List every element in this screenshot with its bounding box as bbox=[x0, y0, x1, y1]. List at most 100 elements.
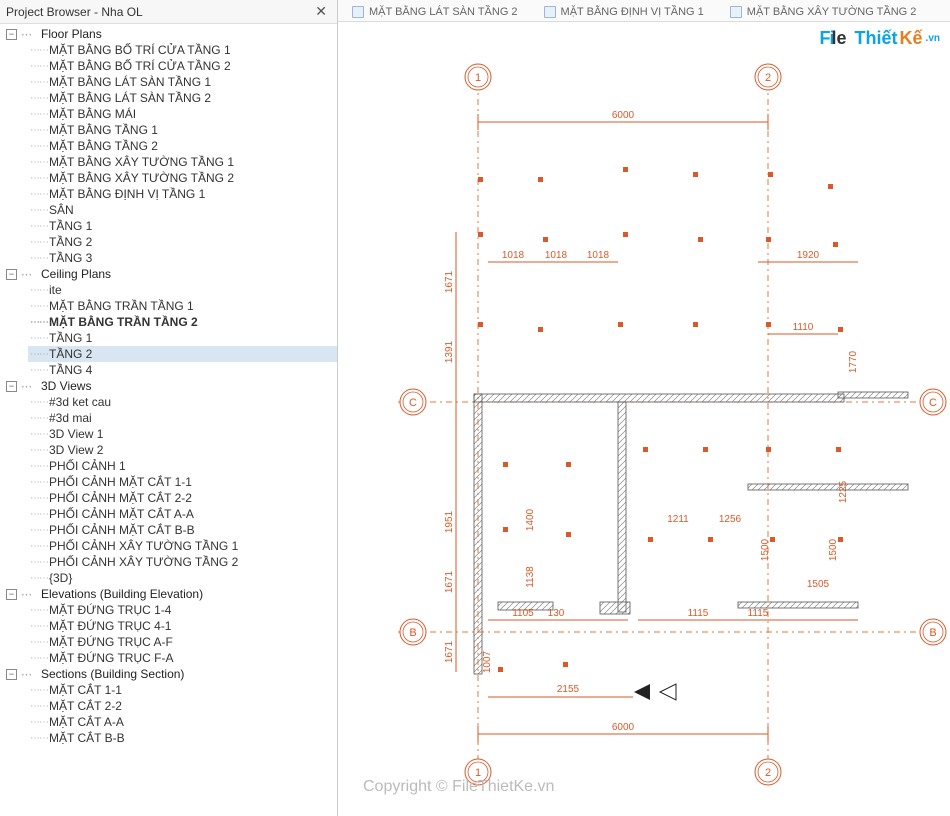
tree-item[interactable]: ⋯⋯#3d ket cau bbox=[28, 394, 337, 410]
svg-text:1951: 1951 bbox=[444, 510, 455, 533]
tree-item[interactable]: ⋯⋯3D View 2 bbox=[28, 442, 337, 458]
tree-item[interactable]: ⋯⋯{3D} bbox=[28, 570, 337, 586]
tree-item[interactable]: ⋯⋯MẶT BẰNG TRẦN TẦNG 1 bbox=[28, 298, 337, 314]
canvas-wrap[interactable]: File Thiết Kế .vn 1 2 bbox=[338, 22, 950, 816]
tree-item[interactable]: ⋯⋯MẶT ĐỨNG TRỤC 1-4 bbox=[28, 602, 337, 618]
tree-item[interactable]: ⋯⋯PHỐI CẢNH MẶT CẮT B-B bbox=[28, 522, 337, 538]
tree-item[interactable]: ⋯⋯TẦNG 2 bbox=[28, 234, 337, 250]
tree-item[interactable]: ⋯⋯PHỐI CẢNH XÂY TƯỜNG TẦNG 1 bbox=[28, 538, 337, 554]
grid-bubble-2-bot: 2 bbox=[755, 759, 781, 785]
grid-bubble-B-right: B bbox=[920, 619, 946, 645]
sheet-icon bbox=[544, 6, 556, 18]
tree-item[interactable]: ⋯⋯MẶT BẰNG XÂY TƯỜNG TẦNG 2 bbox=[28, 170, 337, 186]
tree-item[interactable]: ⋯⋯PHỐI CẢNH XÂY TƯỜNG TẦNG 2 bbox=[28, 554, 337, 570]
browser-title: Project Browser - Nha OL bbox=[6, 5, 143, 19]
close-icon[interactable]: ✕ bbox=[311, 3, 331, 20]
svg-text:1505: 1505 bbox=[807, 579, 830, 590]
tree-item[interactable]: ⋯⋯MẶT BẰNG TRẦN TẦNG 2 bbox=[28, 314, 337, 330]
tree-item[interactable]: ⋯⋯MẶT ĐỨNG TRỤC F-A bbox=[28, 650, 337, 666]
browser-tree[interactable]: −⋯Floor Plans⋯⋯MẶT BẰNG BỐ TRÍ CỬA TẦNG … bbox=[0, 24, 337, 816]
svg-text:1671: 1671 bbox=[444, 640, 455, 663]
svg-text:1400: 1400 bbox=[525, 508, 536, 531]
svg-text:2: 2 bbox=[765, 72, 771, 84]
svg-text:1110: 1110 bbox=[793, 322, 814, 333]
tree-item[interactable]: ⋯⋯MẶT CẮT A-A bbox=[28, 714, 337, 730]
svg-text:1018: 1018 bbox=[502, 250, 525, 261]
tree-item[interactable]: ⋯⋯MẶT CẮT 2-2 bbox=[28, 698, 337, 714]
tree-item[interactable]: ⋯⋯MẶT ĐỨNG TRỤC 4-1 bbox=[28, 618, 337, 634]
svg-text:1391: 1391 bbox=[444, 340, 455, 363]
svg-text:C: C bbox=[929, 397, 937, 409]
svg-text:130: 130 bbox=[548, 608, 565, 619]
svg-text:1018: 1018 bbox=[545, 250, 568, 261]
tree-item[interactable]: ⋯⋯MẶT BẰNG ĐỊNH VỊ TẦNG 1 bbox=[28, 186, 337, 202]
tree-item[interactable]: ⋯⋯MẶT ĐỨNG TRỤC A-F bbox=[28, 634, 337, 650]
tree-item[interactable]: ⋯⋯MẶT BẰNG LÁT SÀN TẦNG 2 bbox=[28, 90, 337, 106]
sheet-icon bbox=[730, 6, 742, 18]
svg-text:1138: 1138 bbox=[525, 566, 536, 588]
svg-text:1105: 1105 bbox=[512, 608, 534, 619]
tree-item[interactable]: ⋯⋯PHỐI CẢNH MẶT CẮT 1-1 bbox=[28, 474, 337, 490]
tree-item[interactable]: ⋯⋯3D View 1 bbox=[28, 426, 337, 442]
tree-item[interactable]: ⋯⋯TẦNG 2 bbox=[28, 346, 337, 362]
grid-bubble-B-left: B bbox=[400, 619, 426, 645]
svg-text:1: 1 bbox=[475, 72, 481, 84]
tree-item[interactable]: ⋯⋯MẶT BẰNG LÁT SÀN TẦNG 1 bbox=[28, 74, 337, 90]
svg-text:6000: 6000 bbox=[612, 110, 635, 121]
svg-text:1671: 1671 bbox=[444, 570, 455, 593]
collapse-icon[interactable]: − bbox=[6, 589, 17, 600]
tree-group-header[interactable]: −⋯Elevations (Building Elevation) bbox=[6, 586, 337, 602]
view-tab[interactable]: MẶT BẰNG ĐỊNH VỊ TẦNG 1 bbox=[538, 4, 710, 20]
tree-item[interactable]: ⋯⋯MẶT BẰNG BỐ TRÍ CỬA TẦNG 2 bbox=[28, 58, 337, 74]
main-area: MẶT BẰNG LÁT SÀN TẦNG 2 MẶT BẰNG ĐỊNH VỊ … bbox=[338, 0, 950, 816]
tree-item[interactable]: ⋯⋯TẦNG 1 bbox=[28, 218, 337, 234]
drawing-canvas[interactable]: 1 2 1 2 C C B B 6000 6000 bbox=[338, 22, 950, 816]
tree-group-header[interactable]: −⋯Sections (Building Section) bbox=[6, 666, 337, 682]
tree-group-header[interactable]: −⋯Floor Plans bbox=[6, 26, 337, 42]
svg-text:1115: 1115 bbox=[748, 608, 769, 619]
grid-bubble-C-right: C bbox=[920, 389, 946, 415]
svg-text:1256: 1256 bbox=[719, 514, 742, 525]
tree-item[interactable]: ⋯⋯MẶT BẰNG TẦNG 2 bbox=[28, 138, 337, 154]
svg-text:1500: 1500 bbox=[760, 538, 771, 561]
tree-item[interactable]: ⋯⋯TẦNG 4 bbox=[28, 362, 337, 378]
svg-text:1671: 1671 bbox=[444, 270, 455, 293]
svg-text:B: B bbox=[929, 627, 936, 639]
svg-text:1007: 1007 bbox=[482, 650, 493, 673]
svg-text:1211: 1211 bbox=[667, 514, 689, 525]
tree-item[interactable]: ⋯⋯PHỐI CẢNH 1 bbox=[28, 458, 337, 474]
view-tabs: MẶT BẰNG LÁT SÀN TẦNG 2 MẶT BẰNG ĐỊNH VỊ … bbox=[338, 0, 950, 22]
tree-item[interactable]: ⋯⋯MẶT CẮT B-B bbox=[28, 730, 337, 746]
view-tab[interactable]: MẶT BẰNG XÂY TƯỜNG TẦNG 2 bbox=[724, 4, 923, 20]
sheet-icon bbox=[352, 6, 364, 18]
tree-item[interactable]: ⋯⋯MẶT BẰNG TẦNG 1 bbox=[28, 122, 337, 138]
svg-text:1225: 1225 bbox=[838, 480, 849, 503]
tree-item[interactable]: ⋯⋯PHỐI CẢNH MẶT CẮT 2-2 bbox=[28, 490, 337, 506]
grid-bubble-1-top: 1 bbox=[465, 64, 491, 90]
grid-bubble-1-bot: 1 bbox=[465, 759, 491, 785]
tree-item[interactable]: ⋯⋯SÂN bbox=[28, 202, 337, 218]
tree-item[interactable]: ⋯⋯MẶT BẰNG MÁI bbox=[28, 106, 337, 122]
tree-item[interactable]: ⋯⋯TẦNG 3 bbox=[28, 250, 337, 266]
svg-text:1018: 1018 bbox=[587, 250, 610, 261]
svg-text:2155: 2155 bbox=[557, 684, 580, 695]
collapse-icon[interactable]: − bbox=[6, 381, 17, 392]
tree-item[interactable]: ⋯⋯MẶT BẰNG XÂY TƯỜNG TẦNG 1 bbox=[28, 154, 337, 170]
tree-item[interactable]: ⋯⋯TẦNG 1 bbox=[28, 330, 337, 346]
tree-item[interactable]: ⋯⋯MẶT BẰNG BỐ TRÍ CỬA TẦNG 1 bbox=[28, 42, 337, 58]
tree-item[interactable]: ⋯⋯MẶT CẮT 1-1 bbox=[28, 682, 337, 698]
tree-group-header[interactable]: −⋯Ceiling Plans bbox=[6, 266, 337, 282]
collapse-icon[interactable]: − bbox=[6, 29, 17, 40]
collapse-icon[interactable]: − bbox=[6, 669, 17, 680]
svg-text:1920: 1920 bbox=[797, 250, 820, 261]
tree-item[interactable]: ⋯⋯PHỐI CẢNH MẶT CẮT A-A bbox=[28, 506, 337, 522]
svg-text:2: 2 bbox=[765, 767, 771, 779]
view-tab[interactable]: MẶT BẰNG LÁT SÀN TẦNG 2 bbox=[346, 4, 524, 20]
grid-bubble-2-top: 2 bbox=[755, 64, 781, 90]
tree-item[interactable]: ⋯⋯ite bbox=[28, 282, 337, 298]
tree-item[interactable]: ⋯⋯#3d mai bbox=[28, 410, 337, 426]
collapse-icon[interactable]: − bbox=[6, 269, 17, 280]
tree-group-header[interactable]: −⋯3D Views bbox=[6, 378, 337, 394]
grid-bubble-C-left: C bbox=[400, 389, 426, 415]
svg-text:1500: 1500 bbox=[828, 538, 839, 561]
